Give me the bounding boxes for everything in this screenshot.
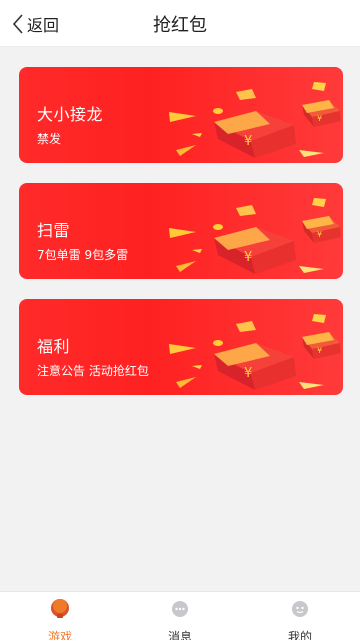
red-envelope-illustration: ¥ ¥	[169, 82, 341, 158]
game-card-jielong[interactable]: 大小接龙 禁发 ¥ ¥	[19, 67, 343, 163]
tab-messages[interactable]: 消息	[120, 592, 240, 640]
card-subtitle: 7包单雷 9包多雷	[37, 248, 129, 262]
svg-text:¥: ¥	[317, 230, 322, 239]
svg-text:¥: ¥	[244, 366, 252, 381]
card-title: 扫雷	[37, 221, 71, 240]
page-title: 抢红包	[153, 15, 207, 36]
svg-text:¥: ¥	[244, 134, 252, 149]
game-card-saolei[interactable]: 扫雷 7包单雷 9包多雷 ¥ ¥	[19, 183, 343, 279]
tab-label: 消息	[167, 630, 192, 640]
card-subtitle: 注意公告 活动抢红包	[37, 364, 149, 378]
card-subtitle: 禁发	[37, 132, 62, 146]
card-title: 福利	[37, 337, 71, 356]
red-envelope-illustration: ¥ ¥	[169, 314, 341, 390]
card-title: 大小接龙	[37, 105, 104, 124]
tab-label: 游戏	[47, 630, 72, 640]
tab-profile[interactable]: 我的	[240, 592, 360, 640]
game-card-fuli[interactable]: 福利 注意公告 活动抢红包 ¥ ¥	[19, 299, 343, 395]
game-icon	[49, 598, 71, 624]
tab-game[interactable]: 游戏	[0, 592, 120, 640]
message-icon	[169, 598, 191, 624]
red-envelope-illustration: ¥ ¥	[169, 198, 341, 274]
tab-label: 我的	[287, 630, 312, 640]
svg-text:¥: ¥	[317, 346, 322, 355]
game-card-list: 大小接龙 禁发 ¥ ¥ 扫雷 7包单雷 9包多雷 ¥ ¥ 福利 注意公告 活动抢…	[19, 67, 343, 415]
top-bar: 返回 抢红包	[0, 0, 360, 47]
bottom-tab-bar: 游戏 消息 我的	[0, 591, 360, 640]
svg-text:¥: ¥	[317, 114, 322, 123]
svg-text:¥: ¥	[244, 250, 252, 265]
profile-icon	[289, 598, 311, 624]
